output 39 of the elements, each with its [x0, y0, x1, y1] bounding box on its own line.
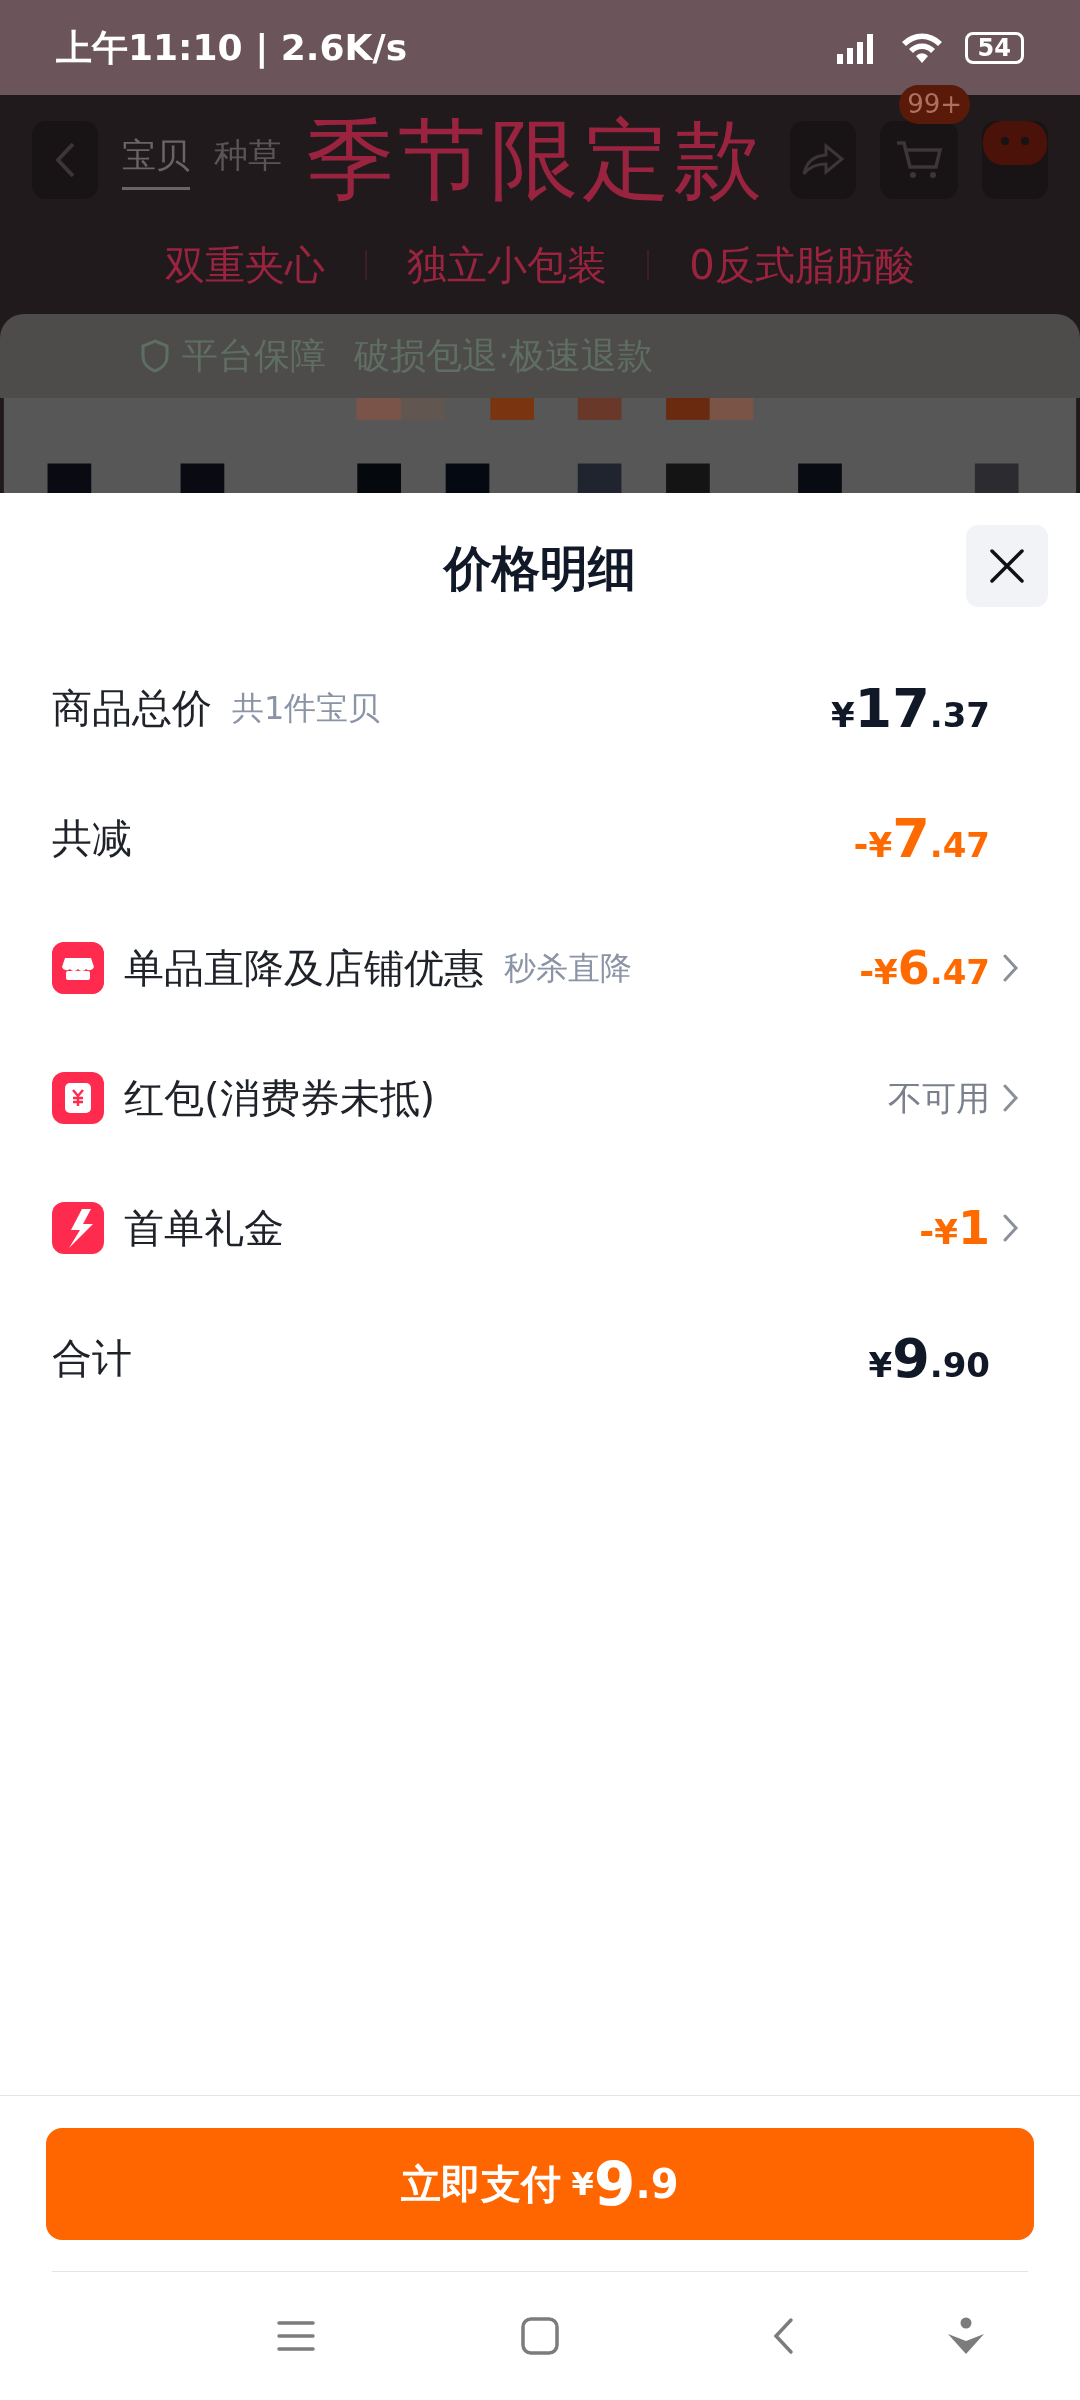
shield-icon	[140, 339, 170, 373]
row-label: 红包(消费券未抵)	[124, 1074, 436, 1123]
banner-title: 季节限定款	[306, 107, 766, 213]
battery-indicator: 54	[964, 31, 1024, 64]
menu-icon[interactable]	[277, 2319, 315, 2353]
cart-badge: 99+	[899, 85, 970, 124]
row-label: 共减	[52, 814, 132, 863]
feature-label: 双重夹心	[165, 240, 326, 290]
price-amount: -¥1	[919, 1199, 990, 1257]
back-icon	[54, 141, 76, 179]
price-amount: -¥7.47	[853, 805, 990, 872]
close-button[interactable]	[966, 525, 1048, 607]
row-note: 共1件宝贝	[232, 688, 381, 729]
pay-now-button[interactable]: 立即支付 ¥9.9	[46, 2127, 1034, 2240]
row-label: 商品总价	[52, 684, 212, 733]
cart-icon	[895, 139, 943, 181]
row-value: 不可用	[888, 1076, 990, 1120]
price-amount: ¥17.37	[830, 675, 990, 742]
sheet-title: 价格明细	[444, 539, 636, 598]
feature-label: 0反式脂肪酸	[689, 240, 915, 290]
page-tab[interactable]: 种草	[214, 130, 282, 190]
coupon-icon	[52, 1072, 104, 1124]
page-tab[interactable]: 宝贝	[122, 130, 190, 190]
chat-icon	[983, 121, 1047, 165]
price-amount: -¥6.47	[859, 939, 990, 997]
back-icon[interactable]	[772, 2317, 794, 2355]
feature-label: 独立小包装	[407, 240, 608, 290]
store-icon	[52, 942, 104, 994]
assistant-icon[interactable]	[948, 2317, 984, 2355]
lightning-icon	[52, 1202, 104, 1254]
row-label: 首单礼金	[124, 1204, 284, 1253]
share-icon	[800, 142, 846, 178]
price-amount: ¥9.90	[868, 1325, 990, 1392]
row-label: 单品直降及店铺优惠	[124, 944, 484, 993]
close-icon	[989, 548, 1025, 584]
status-time: 上午11:10 | 2.6K/s	[56, 25, 408, 71]
home-icon[interactable]	[521, 2317, 559, 2355]
row-note: 秒杀直降	[504, 948, 632, 989]
row-label: 合计	[52, 1334, 132, 1383]
